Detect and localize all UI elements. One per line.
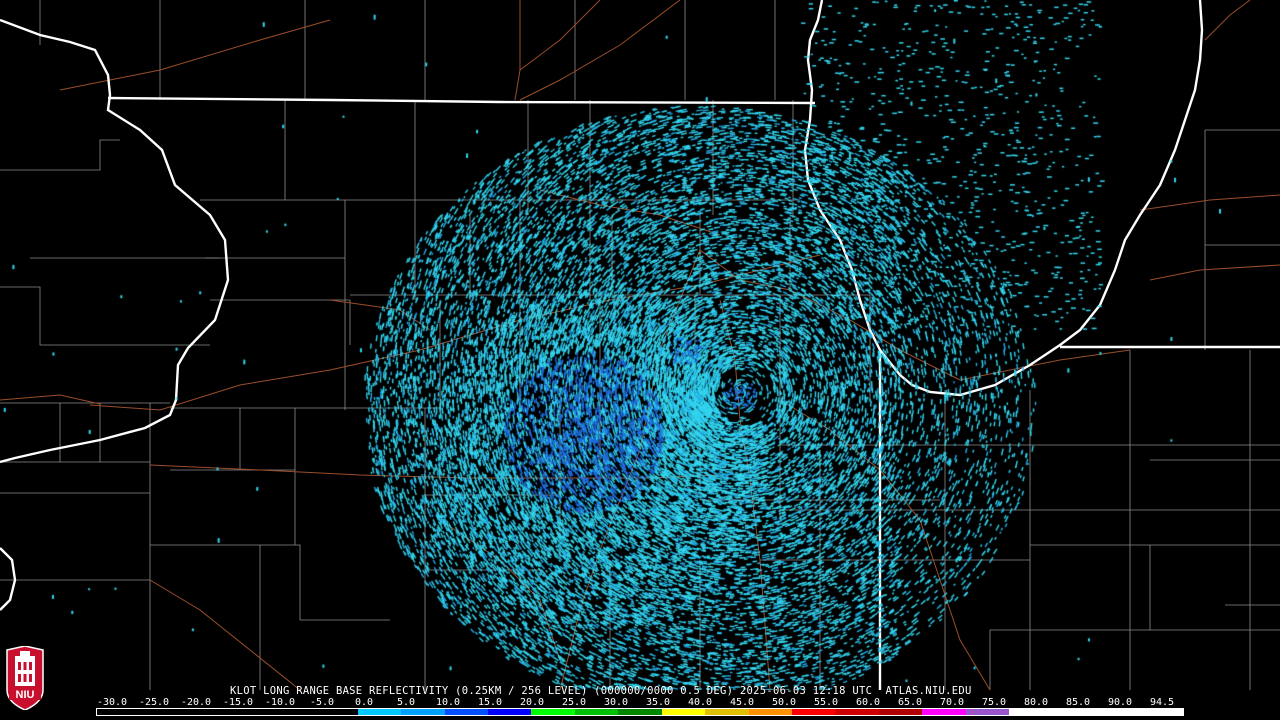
scale-label: -10.0 [264, 697, 296, 708]
colorbar-segment [1139, 709, 1183, 715]
scale-label: 70.0 [939, 697, 965, 708]
scale-label: 45.0 [729, 697, 755, 708]
scale-label: 90.0 [1107, 697, 1133, 708]
colorbar-segment [487, 709, 532, 715]
colorbar-segment [270, 709, 315, 715]
colorbar-segment [97, 709, 141, 715]
scale-label: -15.0 [222, 697, 254, 708]
scale-label: 80.0 [1023, 697, 1049, 708]
scale-label: 60.0 [855, 697, 881, 708]
radar-caption: KLOT LONG RANGE BASE REFLECTIVITY (0.25K… [230, 685, 972, 697]
colorbar-segment [227, 709, 271, 715]
scale-label: -25.0 [138, 697, 170, 708]
radar-reflectivity-echoes [0, 0, 1280, 690]
scale-label: 5.0 [396, 697, 416, 708]
colorbar-segment [705, 709, 749, 715]
scale-label: 94.5 [1149, 697, 1175, 708]
colorbar-segment [1009, 709, 1053, 715]
colorbar-segment [357, 709, 402, 715]
colorbar-segment [792, 709, 836, 715]
scale-label: 15.0 [477, 697, 503, 708]
colorbar-segment [574, 709, 619, 715]
colorbar-segment [922, 709, 966, 715]
university-tower-icon: NIU [6, 645, 44, 711]
colorbar-segment [314, 709, 358, 715]
reflectivity-scale-labels: -30.0 -25.0 -20.0 -15.0 -10.0 -5.0 0.0 5.0 10.0 1… [92, 697, 1192, 708]
scale-label: -30.0 [96, 697, 128, 708]
colorbar-segment [965, 709, 1010, 715]
colorbar-segment [444, 709, 488, 715]
scale-label: 85.0 [1065, 697, 1091, 708]
reflectivity-colorbar [96, 708, 1184, 716]
colorbar-segment [748, 709, 792, 715]
scale-label: 50.0 [771, 697, 797, 708]
scale-label: -5.0 [309, 697, 335, 708]
scale-label: 65.0 [897, 697, 923, 708]
colorbar-segment [618, 709, 662, 715]
scale-label: 25.0 [561, 697, 587, 708]
colorbar-segment [183, 709, 228, 715]
colorbar-segment [401, 709, 445, 715]
scale-label: 35.0 [645, 697, 671, 708]
scale-label: 40.0 [687, 697, 713, 708]
scale-label: 75.0 [981, 697, 1007, 708]
scale-label: 20.0 [519, 697, 545, 708]
colorbar-segment [1096, 709, 1140, 715]
scale-label: 10.0 [435, 697, 461, 708]
colorbar-segment [878, 709, 923, 715]
colorbar-segment [140, 709, 184, 715]
scale-label: 0.0 [354, 697, 374, 708]
colorbar-segment [1052, 709, 1097, 715]
colorbar-segment [835, 709, 879, 715]
scale-label: 30.0 [603, 697, 629, 708]
colorbar-segment [661, 709, 706, 715]
colorbar-segment [531, 709, 575, 715]
scale-label: -20.0 [180, 697, 212, 708]
logo-text: NIU [16, 689, 35, 701]
scale-label: 55.0 [813, 697, 839, 708]
niu-logo: NIU [3, 645, 47, 711]
